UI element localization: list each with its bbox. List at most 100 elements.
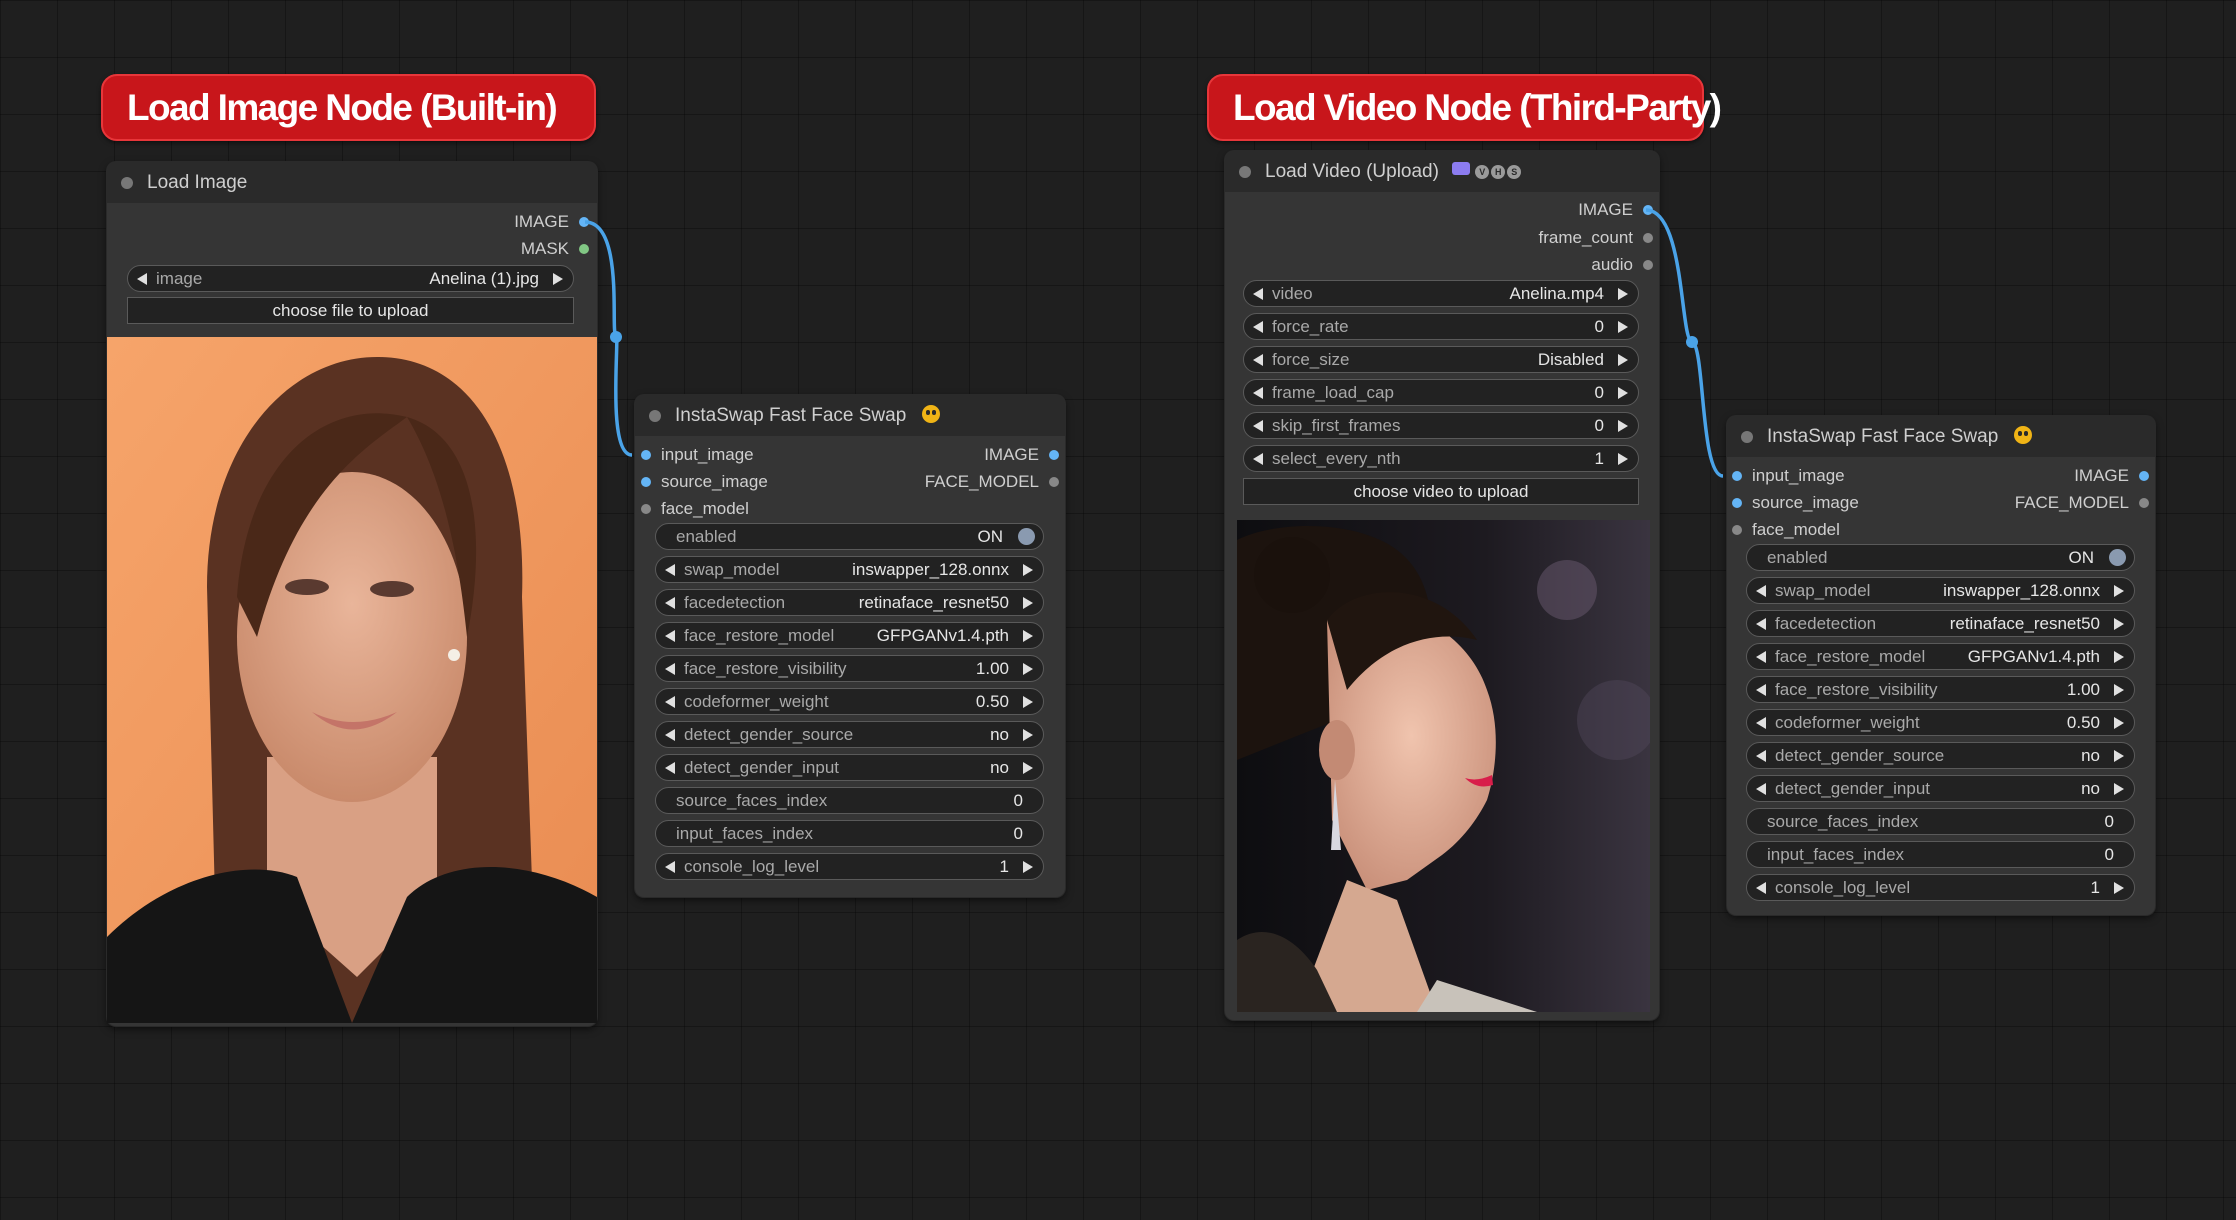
arrow-left-icon[interactable] xyxy=(665,663,675,675)
collapse-dot-icon[interactable] xyxy=(649,410,661,422)
arrow-right-icon[interactable] xyxy=(2114,585,2124,597)
output-slot-face-model[interactable]: FACE_MODEL xyxy=(2015,493,2149,513)
arrow-right-icon[interactable] xyxy=(1618,387,1628,399)
output-slot-image[interactable]: IMAGE xyxy=(984,445,1059,465)
faceswap-node-left[interactable]: InstaSwap Fast Face Swap input_image sou… xyxy=(635,395,1065,897)
arrow-left-icon[interactable] xyxy=(1253,387,1263,399)
arrow-right-icon[interactable] xyxy=(1618,354,1628,366)
arrow-left-icon[interactable] xyxy=(1253,453,1263,465)
node-title-bar[interactable]: Load Image xyxy=(107,162,597,203)
face-restore-visibility-widget[interactable]: face_restore_visibility 1.00 xyxy=(655,655,1044,682)
arrow-right-icon[interactable] xyxy=(1618,288,1628,300)
arrow-right-icon[interactable] xyxy=(1023,564,1033,576)
toggle-knob-icon[interactable] xyxy=(2109,549,2126,566)
load-video-node[interactable]: Load Video (Upload) VHS IMAGE frame_coun… xyxy=(1225,151,1659,1020)
face-restore-visibility-widget[interactable]: face_restore_visibility 1.00 xyxy=(1746,676,2135,703)
arrow-left-icon[interactable] xyxy=(665,630,675,642)
arrow-left-icon[interactable] xyxy=(1756,783,1766,795)
slot-dot-icon[interactable] xyxy=(641,450,651,460)
swap-model-widget[interactable]: swap_model inswapper_128.onnx xyxy=(655,556,1044,583)
facedetection-widget[interactable]: facedetection retinaface_resnet50 xyxy=(655,589,1044,616)
arrow-left-icon[interactable] xyxy=(1253,288,1263,300)
slot-dot-icon[interactable] xyxy=(641,504,651,514)
arrow-left-icon[interactable] xyxy=(1756,750,1766,762)
collapse-dot-icon[interactable] xyxy=(1239,166,1251,178)
codeformer-weight-widget[interactable]: codeformer_weight 0.50 xyxy=(1746,709,2135,736)
choose-video-button[interactable]: choose video to upload xyxy=(1243,478,1639,505)
arrow-right-icon[interactable] xyxy=(553,273,563,285)
arrow-right-icon[interactable] xyxy=(2114,684,2124,696)
slot-dot-icon[interactable] xyxy=(1643,233,1653,243)
arrow-left-icon[interactable] xyxy=(1756,684,1766,696)
slot-dot-icon[interactable] xyxy=(1643,260,1653,270)
frame-load-cap-widget[interactable]: frame_load_cap 0 xyxy=(1243,379,1639,406)
slot-dot-icon[interactable] xyxy=(1049,450,1059,460)
choose-file-button[interactable]: choose file to upload xyxy=(127,297,574,324)
arrow-left-icon[interactable] xyxy=(1756,717,1766,729)
detect-gender-input-widget[interactable]: detect_gender_input no xyxy=(1746,775,2135,802)
swap-model-widget[interactable]: swap_model inswapper_128.onnx xyxy=(1746,577,2135,604)
arrow-right-icon[interactable] xyxy=(1618,420,1628,432)
arrow-left-icon[interactable] xyxy=(665,564,675,576)
arrow-left-icon[interactable] xyxy=(1756,651,1766,663)
input-slot-input-image[interactable]: input_image xyxy=(641,445,754,465)
arrow-right-icon[interactable] xyxy=(2114,618,2124,630)
output-slot-audio[interactable]: audio xyxy=(1591,255,1653,275)
output-slot-frame-count[interactable]: frame_count xyxy=(1539,228,1653,248)
detect-gender-source-widget[interactable]: detect_gender_source no xyxy=(655,721,1044,748)
slot-dot-icon[interactable] xyxy=(1732,498,1742,508)
slot-dot-icon[interactable] xyxy=(2139,471,2149,481)
arrow-right-icon[interactable] xyxy=(1023,696,1033,708)
arrow-right-icon[interactable] xyxy=(1023,861,1033,873)
input-slot-source-image[interactable]: source_image xyxy=(1732,493,1859,513)
console-log-level-widget[interactable]: console_log_level 1 xyxy=(655,853,1044,880)
force-size-widget[interactable]: force_size Disabled xyxy=(1243,346,1639,373)
arrow-left-icon[interactable] xyxy=(1756,585,1766,597)
source-faces-index-field[interactable]: source_faces_index 0 xyxy=(655,787,1044,814)
console-log-level-widget[interactable]: console_log_level 1 xyxy=(1746,874,2135,901)
face-restore-model-widget[interactable]: face_restore_model GFPGANv1.4.pth xyxy=(655,622,1044,649)
link-midpoint-icon[interactable] xyxy=(610,331,622,343)
enabled-toggle[interactable]: enabled ON xyxy=(1746,544,2135,571)
arrow-left-icon[interactable] xyxy=(665,762,675,774)
slot-dot-icon[interactable] xyxy=(579,217,589,227)
arrow-left-icon[interactable] xyxy=(665,861,675,873)
input-slot-input-image[interactable]: input_image xyxy=(1732,466,1845,486)
arrow-left-icon[interactable] xyxy=(1253,354,1263,366)
facedetection-widget[interactable]: facedetection retinaface_resnet50 xyxy=(1746,610,2135,637)
slot-dot-icon[interactable] xyxy=(2139,498,2149,508)
arrow-left-icon[interactable] xyxy=(1253,321,1263,333)
load-image-node[interactable]: Load Image IMAGE MASK image Anelina (1).… xyxy=(107,162,597,1026)
image-combo-widget[interactable]: image Anelina (1).jpg xyxy=(127,265,574,292)
output-slot-face-model[interactable]: FACE_MODEL xyxy=(925,472,1059,492)
detect-gender-input-widget[interactable]: detect_gender_input no xyxy=(655,754,1044,781)
output-slot-image[interactable]: IMAGE xyxy=(1578,200,1653,220)
slot-dot-icon[interactable] xyxy=(579,244,589,254)
slot-dot-icon[interactable] xyxy=(1049,477,1059,487)
codeformer-weight-widget[interactable]: codeformer_weight 0.50 xyxy=(655,688,1044,715)
output-slot-mask[interactable]: MASK xyxy=(521,239,589,259)
toggle-knob-icon[interactable] xyxy=(1018,528,1035,545)
slot-dot-icon[interactable] xyxy=(1643,205,1653,215)
input-faces-index-field[interactable]: input_faces_index 0 xyxy=(655,820,1044,847)
slot-dot-icon[interactable] xyxy=(641,477,651,487)
detect-gender-source-widget[interactable]: detect_gender_source no xyxy=(1746,742,2135,769)
arrow-right-icon[interactable] xyxy=(1023,762,1033,774)
arrow-right-icon[interactable] xyxy=(2114,651,2124,663)
arrow-left-icon[interactable] xyxy=(1756,618,1766,630)
source-faces-index-field[interactable]: source_faces_index 0 xyxy=(1746,808,2135,835)
link-midpoint-icon[interactable] xyxy=(1686,336,1698,348)
collapse-dot-icon[interactable] xyxy=(121,177,133,189)
arrow-right-icon[interactable] xyxy=(2114,783,2124,795)
arrow-right-icon[interactable] xyxy=(1023,630,1033,642)
node-title-bar[interactable]: Load Video (Upload) VHS xyxy=(1225,151,1659,192)
arrow-right-icon[interactable] xyxy=(1618,321,1628,333)
output-slot-image[interactable]: IMAGE xyxy=(2074,466,2149,486)
enabled-toggle[interactable]: enabled ON xyxy=(655,523,1044,550)
force-rate-widget[interactable]: force_rate 0 xyxy=(1243,313,1639,340)
arrow-left-icon[interactable] xyxy=(1253,420,1263,432)
collapse-dot-icon[interactable] xyxy=(1741,431,1753,443)
slot-dot-icon[interactable] xyxy=(1732,471,1742,481)
arrow-right-icon[interactable] xyxy=(2114,717,2124,729)
output-slot-image[interactable]: IMAGE xyxy=(514,212,589,232)
